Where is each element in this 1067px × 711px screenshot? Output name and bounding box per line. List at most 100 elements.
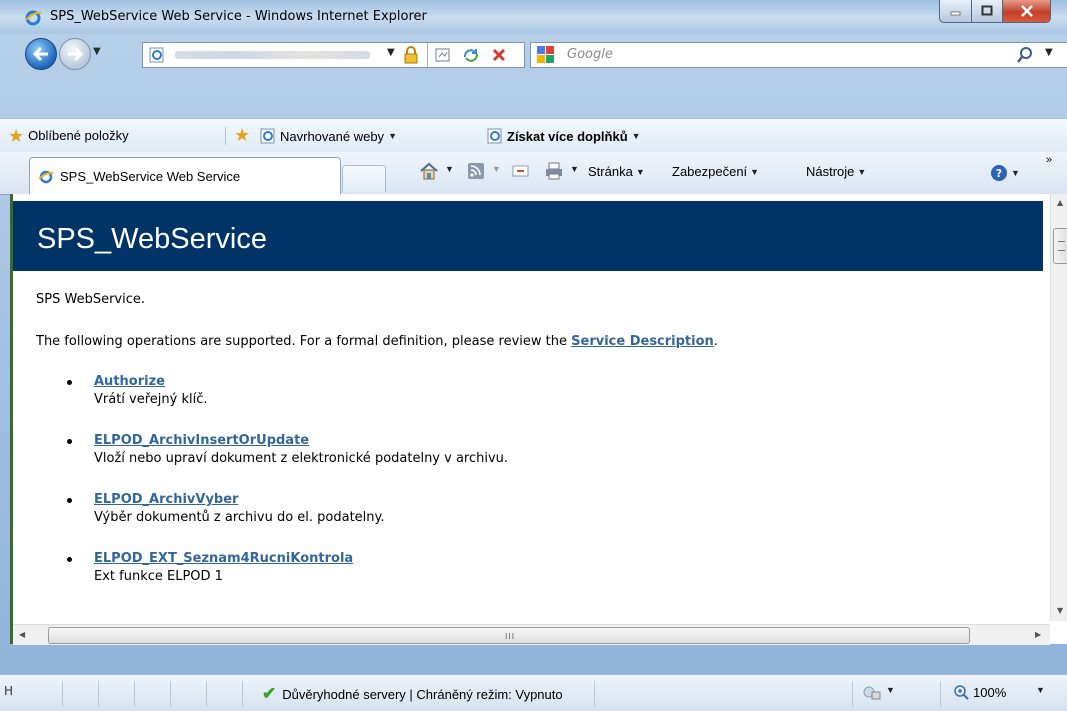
status-divider bbox=[98, 681, 99, 707]
zoom-control[interactable]: 100% bbox=[953, 684, 1006, 700]
status-divider bbox=[852, 681, 853, 707]
list-item: ELPOD_ArchivInsertOrUpdate Vloží nebo up… bbox=[67, 433, 509, 466]
refresh-button[interactable] bbox=[461, 46, 481, 64]
description-suffix: . bbox=[713, 334, 718, 349]
refresh-icon bbox=[463, 49, 479, 62]
page-icon bbox=[149, 47, 164, 63]
browser-window: SPS_WebService Web Service - Windows Int… bbox=[0, 0, 1067, 711]
close-button[interactable] bbox=[1002, 0, 1051, 23]
horizontal-scroll-thumb[interactable]: III bbox=[48, 627, 970, 644]
status-divider bbox=[206, 681, 207, 707]
vertical-scroll-thumb[interactable] bbox=[1053, 228, 1067, 264]
add-to-favorites-bar-button[interactable]: ★ bbox=[234, 125, 251, 145]
page-menu[interactable]: Stránka ▼ bbox=[588, 164, 645, 179]
tab-active[interactable]: SPS_WebService Web Service bbox=[29, 157, 341, 194]
scroll-left-arrow-icon[interactable]: ◀ bbox=[19, 630, 25, 639]
page-menu-label: Stránka bbox=[588, 164, 633, 179]
scroll-up-arrow-icon[interactable]: ▲ bbox=[1057, 198, 1063, 207]
scroll-right-arrow-icon[interactable]: ▶ bbox=[1035, 630, 1041, 639]
operation-link-archiv-vyber[interactable]: ELPOD_ArchivVyber bbox=[94, 492, 385, 507]
minimize-icon bbox=[950, 11, 960, 16]
new-tab-button[interactable] bbox=[342, 165, 386, 192]
address-bar[interactable]: ▼ bbox=[142, 42, 525, 68]
home-icon[interactable] bbox=[418, 161, 440, 181]
status-left-text: H bbox=[4, 684, 14, 698]
lock-icon[interactable] bbox=[401, 45, 421, 65]
popup-blocker-dropdown[interactable]: ▼ bbox=[886, 685, 895, 695]
rss-feed-icon[interactable] bbox=[465, 161, 487, 181]
popup-blocker-icon[interactable] bbox=[862, 684, 882, 702]
security-zone-status[interactable]: ✔ Důvěryhodné servery | Chráněný režim: … bbox=[262, 684, 563, 704]
suggested-sites-label: Navrhované weby bbox=[280, 128, 385, 144]
page-header: SPS_WebService bbox=[13, 201, 1043, 271]
print-icon[interactable] bbox=[543, 161, 565, 181]
vertical-scrollbar[interactable]: ▲ ▼ bbox=[1050, 194, 1067, 621]
svg-text:?: ? bbox=[996, 167, 1002, 180]
ie-logo-icon bbox=[38, 170, 54, 184]
favorites-separator bbox=[225, 127, 226, 145]
operation-link-authorize[interactable]: Authorize bbox=[94, 374, 208, 389]
operation-link-archiv-insert[interactable]: ELPOD_ArchivInsertOrUpdate bbox=[94, 433, 508, 448]
list-item: Authorize Vrátí veřejný klíč. bbox=[67, 374, 208, 407]
operation-description: Vloží nebo upraví dokument z elektronick… bbox=[94, 451, 509, 466]
toolbar-overflow-button[interactable]: » bbox=[1046, 154, 1052, 166]
chevron-down-icon: ▼ bbox=[388, 131, 397, 141]
add-favorite-star-icon: ★ bbox=[234, 125, 251, 145]
description-prefix: The following operations are supported. … bbox=[36, 334, 572, 349]
service-description-link[interactable]: Service Description bbox=[571, 334, 714, 349]
page-title: SPS_WebService bbox=[37, 223, 267, 255]
favorites-button[interactable]: ★ Oblíbené položky bbox=[8, 125, 129, 146]
maximize-icon bbox=[981, 5, 993, 16]
chevron-down-icon: ▼ bbox=[750, 166, 760, 177]
zoom-dropdown[interactable]: ▼ bbox=[1036, 685, 1045, 695]
safety-menu[interactable]: Zabezpečení ▼ bbox=[672, 164, 759, 179]
tab-bar: SPS_WebService Web Service ▼ ▼ ▼ Stránka… bbox=[0, 152, 1067, 195]
back-button[interactable] bbox=[25, 38, 57, 70]
address-url-blurred bbox=[175, 51, 370, 59]
minimize-button[interactable] bbox=[939, 0, 972, 23]
forward-arrow-icon bbox=[68, 46, 84, 62]
tools-menu[interactable]: Nástroje ▼ bbox=[806, 164, 866, 179]
horizontal-scrollbar[interactable]: ◀ III ▶ bbox=[13, 624, 1050, 645]
compatibility-view-icon[interactable] bbox=[433, 46, 453, 64]
maximize-button[interactable] bbox=[971, 0, 1003, 23]
status-bar: H ✔ Důvěryhodné servery | Chráněný režim… bbox=[0, 674, 1067, 711]
search-icon[interactable] bbox=[1016, 46, 1034, 64]
list-item: ELPOD_EXT_Seznam4RucniKontrola Ext funkc… bbox=[67, 551, 353, 584]
star-icon: ★ bbox=[8, 125, 25, 146]
mail-icon[interactable] bbox=[510, 161, 532, 181]
service-description-text: The following operations are supported. … bbox=[36, 334, 718, 349]
chevron-down-icon: ▼ bbox=[635, 166, 645, 177]
help-menu[interactable]: ? ▼ bbox=[990, 164, 1020, 182]
stop-button[interactable] bbox=[489, 46, 509, 64]
title-bar[interactable]: SPS_WebService Web Service - Windows Int… bbox=[0, 0, 1067, 34]
suggested-sites-button[interactable]: Navrhované weby ▼ bbox=[260, 128, 397, 144]
rss-dropdown[interactable]: ▼ bbox=[492, 164, 501, 174]
status-divider bbox=[62, 681, 63, 707]
search-box[interactable]: Google ▼ bbox=[530, 42, 1067, 68]
address-dropdown[interactable]: ▼ bbox=[387, 47, 395, 58]
navigation-bar: ▼ ▼ Google ▼ bbox=[0, 36, 1067, 72]
forward-button[interactable] bbox=[59, 38, 91, 70]
search-input[interactable]: Google bbox=[567, 47, 613, 62]
stop-icon bbox=[492, 48, 506, 62]
home-dropdown[interactable]: ▼ bbox=[445, 164, 454, 174]
service-intro: SPS WebService. bbox=[36, 292, 145, 307]
page-content: SPS_WebService SPS WebService. The follo… bbox=[10, 194, 1067, 645]
safety-menu-label: Zabezpečení bbox=[672, 164, 748, 179]
scroll-down-arrow-icon[interactable]: ▼ bbox=[1057, 606, 1063, 615]
more-addons-button[interactable]: Získat více doplňků ▼ bbox=[487, 128, 641, 144]
grip-icon bbox=[1058, 241, 1065, 251]
operation-link-ext-seznam[interactable]: ELPOD_EXT_Seznam4RucniKontrola bbox=[94, 551, 353, 566]
chevron-down-icon: ▼ bbox=[631, 131, 641, 141]
back-arrow-icon bbox=[32, 46, 48, 62]
ie-logo-icon bbox=[25, 10, 42, 26]
status-divider bbox=[940, 681, 941, 707]
recent-pages-dropdown[interactable]: ▼ bbox=[93, 46, 101, 57]
status-divider bbox=[594, 681, 595, 707]
search-provider-dropdown[interactable]: ▼ bbox=[1045, 47, 1053, 58]
status-divider bbox=[134, 681, 135, 707]
favorites-label: Oblíbené položky bbox=[28, 128, 129, 143]
print-dropdown[interactable]: ▼ bbox=[570, 164, 579, 174]
check-icon: ✔ bbox=[262, 684, 277, 703]
